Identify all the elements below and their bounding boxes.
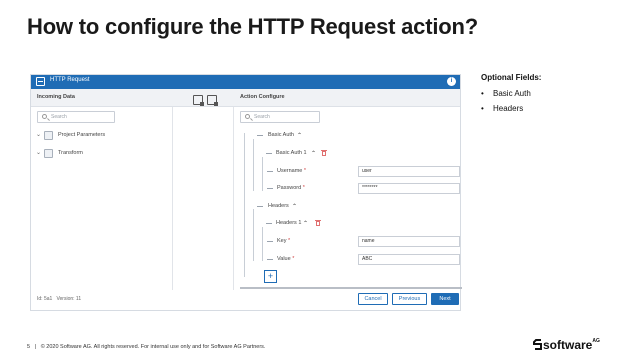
dialog-title: HTTP Request [50,77,90,83]
tree-connector [253,139,254,191]
mapping-tools [193,92,221,110]
value-label: Value * [277,256,295,262]
copyright-text: © 2020 Software AG. All rights reserved.… [40,344,266,350]
horizontal-scrollbar[interactable] [240,287,462,289]
notes-item: Headers [481,104,531,119]
clear-mapping-icon[interactable] [207,95,218,106]
column-divider [233,107,234,290]
chevron-up-icon[interactable]: ⌃ [311,150,316,157]
tree-connector [244,133,245,277]
page-number: 5 [27,344,31,350]
field-type-icon [267,188,273,189]
incoming-search-input[interactable]: Search [37,111,115,123]
key-field[interactable]: name [358,236,460,247]
chevron-down-icon[interactable]: ⌄ [36,131,41,138]
tree-connector [262,227,263,261]
password-label: Password * [277,185,305,191]
key-label: Key * [277,238,291,244]
software-ag-logo: softwareAG [533,338,600,352]
field-type-icon [266,153,272,154]
configure-search-input[interactable]: Search [240,111,320,123]
field-type-icon [257,206,263,207]
transform-icon [44,149,53,158]
search-placeholder: Search [254,114,270,120]
headers-node[interactable]: Headers [268,203,289,209]
tree-item-project-parameters[interactable]: Project Parameters [58,132,105,138]
incoming-data-header: Incoming Data [37,94,75,100]
tree-item-transform[interactable]: Transform [58,150,83,156]
username-field[interactable]: user [358,166,460,177]
software-logo-icon [533,339,542,350]
delete-icon[interactable] [315,220,321,226]
notes-title: Optional Fields: [481,73,542,82]
slide-title: How to configure the HTTP Request action… [27,14,478,39]
dialog-header: HTTP Request i [31,75,460,89]
http-request-dialog: HTTP Request i Incoming Data Action Conf… [30,74,462,311]
dialog-subheader: Incoming Data Action Configure [31,89,460,107]
column-divider [172,107,173,290]
search-icon [42,114,47,119]
chevron-up-icon[interactable]: ⌃ [292,203,297,210]
search-icon [245,114,250,119]
field-type-icon [267,241,273,242]
basic-auth-1-node[interactable]: Basic Auth 1 [276,150,307,156]
next-button[interactable]: Next [431,293,459,305]
http-request-icon [36,77,45,86]
notes-list: Basic Auth Headers [481,89,531,119]
action-configure-header: Action Configure [240,94,285,100]
search-placeholder: Search [51,114,67,120]
previous-button[interactable]: Previous [392,293,427,305]
chevron-down-icon[interactable]: ⌄ [36,149,41,156]
headers-1-node[interactable]: Headers 1 [276,220,301,226]
brand-suffix: AG [592,338,600,344]
parameters-icon [44,131,53,140]
password-label-text: Password [277,185,302,191]
tree-connector [253,209,254,261]
add-button[interactable]: + [264,270,277,283]
tree-connector [262,157,263,191]
delete-icon[interactable] [321,150,327,156]
info-icon[interactable]: i [447,77,456,86]
slide-footer: 5 | © 2020 Software AG. All rights reser… [27,344,265,350]
action-id: Id: 5a1 [37,296,53,302]
chevron-up-icon[interactable]: ⌃ [297,132,302,139]
action-meta: Id: 5a1 Version: 11 [37,296,81,302]
value-field[interactable]: ABC [358,254,460,265]
map-fields-icon[interactable] [193,95,204,106]
basic-auth-node[interactable]: Basic Auth [268,132,294,138]
footer-separator: | [34,344,37,350]
chevron-up-icon[interactable]: ⌃ [303,220,308,227]
value-label-text: Value [277,256,291,262]
cancel-button[interactable]: Cancel [358,293,388,305]
brand-name: software [543,338,593,352]
username-label: Username * [277,168,307,174]
field-type-icon [266,223,272,224]
field-type-icon [267,259,273,260]
action-version: Version: 11 [56,296,82,302]
field-type-icon [267,171,273,172]
password-field[interactable]: ******** [358,183,460,194]
key-label-text: Key [277,238,287,244]
field-type-icon [257,135,263,136]
notes-item: Basic Auth [481,89,531,104]
username-label-text: Username [277,168,303,174]
